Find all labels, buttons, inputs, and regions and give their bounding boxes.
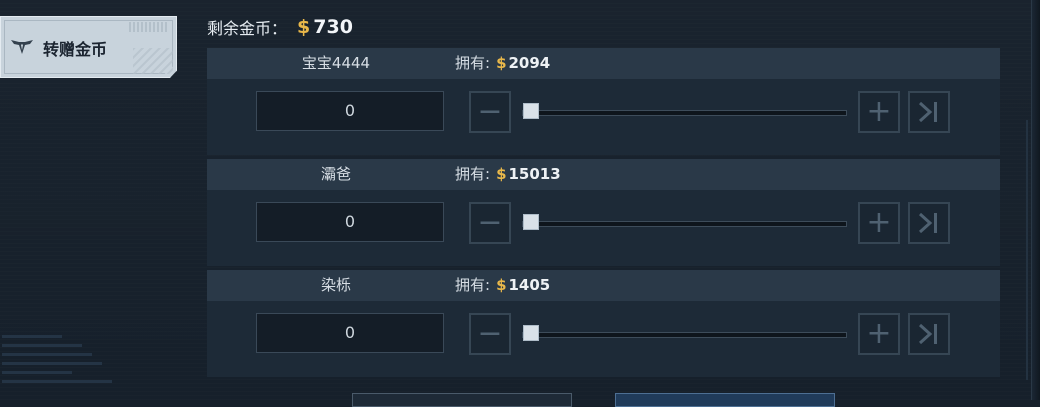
gift-amount-input[interactable]: 0 [256, 313, 444, 353]
owned-amount: 1405 [508, 276, 551, 294]
owned-label: 拥有: [455, 54, 491, 72]
tab-decoration [129, 22, 169, 32]
max-button[interactable] [908, 202, 950, 244]
owned-label: 拥有: [455, 165, 491, 183]
remaining-coins-label: 剩余金币： [207, 19, 288, 38]
tab-gift-coins[interactable]: 转赠金币 [0, 16, 177, 78]
coin-icon: $ [496, 54, 507, 72]
wings-emblem-icon [11, 40, 33, 54]
player-gift-row: 宝宝4444 拥有: $2094 0 − + [207, 48, 1000, 155]
plus-icon: + [866, 205, 892, 240]
tab-hatch-decoration [133, 48, 173, 74]
increase-button[interactable]: + [858, 202, 900, 244]
max-skip-icon [918, 212, 937, 234]
plus-icon: + [866, 94, 892, 129]
gift-slider-thumb[interactable] [523, 103, 539, 119]
minus-icon: − [477, 316, 503, 351]
gift-slider-track[interactable] [522, 110, 847, 116]
max-button[interactable] [908, 313, 950, 355]
decrease-button[interactable]: − [469, 202, 511, 244]
decorative-text-lines [2, 335, 112, 389]
plus-icon: + [866, 316, 892, 351]
gift-amount-input[interactable]: 0 [256, 202, 444, 242]
coin-icon: $ [496, 276, 507, 294]
decrease-button[interactable]: − [469, 313, 511, 355]
gift-amount-input[interactable]: 0 [256, 91, 444, 131]
remaining-coins: 剩余金币： $ 730 [207, 14, 353, 40]
max-skip-icon [918, 101, 937, 123]
gift-slider-track[interactable] [522, 332, 847, 338]
minus-icon: − [477, 205, 503, 240]
player-gift-row: 染栎 拥有: $1405 0 − + [207, 270, 1000, 377]
max-button[interactable] [908, 91, 950, 133]
minus-icon: − [477, 94, 503, 129]
remaining-coins-amount: 730 [313, 16, 353, 38]
owned-amount: 15013 [508, 165, 561, 183]
player-owned: 拥有: $1405 [455, 270, 550, 301]
increase-button[interactable]: + [858, 91, 900, 133]
coin-icon: $ [496, 165, 507, 183]
player-gift-row: 灞爸 拥有: $15013 0 − + [207, 159, 1000, 266]
owned-label: 拥有: [455, 276, 491, 294]
player-name: 灞爸 [320, 165, 351, 183]
decrease-button[interactable]: − [469, 91, 511, 133]
gift-slider-thumb[interactable] [523, 214, 539, 230]
confirm-button[interactable] [615, 393, 835, 407]
cancel-button[interactable] [352, 393, 572, 407]
player-owned: 拥有: $15013 [455, 159, 561, 190]
tab-label: 转赠金币 [43, 40, 108, 59]
increase-button[interactable]: + [858, 313, 900, 355]
max-skip-icon [918, 323, 937, 345]
owned-amount: 2094 [508, 54, 551, 72]
right-edge-line [1026, 120, 1028, 380]
gift-slider-thumb[interactable] [523, 325, 539, 341]
player-name: 宝宝4444 [301, 54, 371, 72]
right-edge-frame [1031, 0, 1040, 400]
player-owned: 拥有: $2094 [455, 48, 550, 79]
player-name: 染栎 [320, 276, 351, 294]
gift-slider-track[interactable] [522, 221, 847, 227]
coin-icon: $ [297, 16, 311, 38]
